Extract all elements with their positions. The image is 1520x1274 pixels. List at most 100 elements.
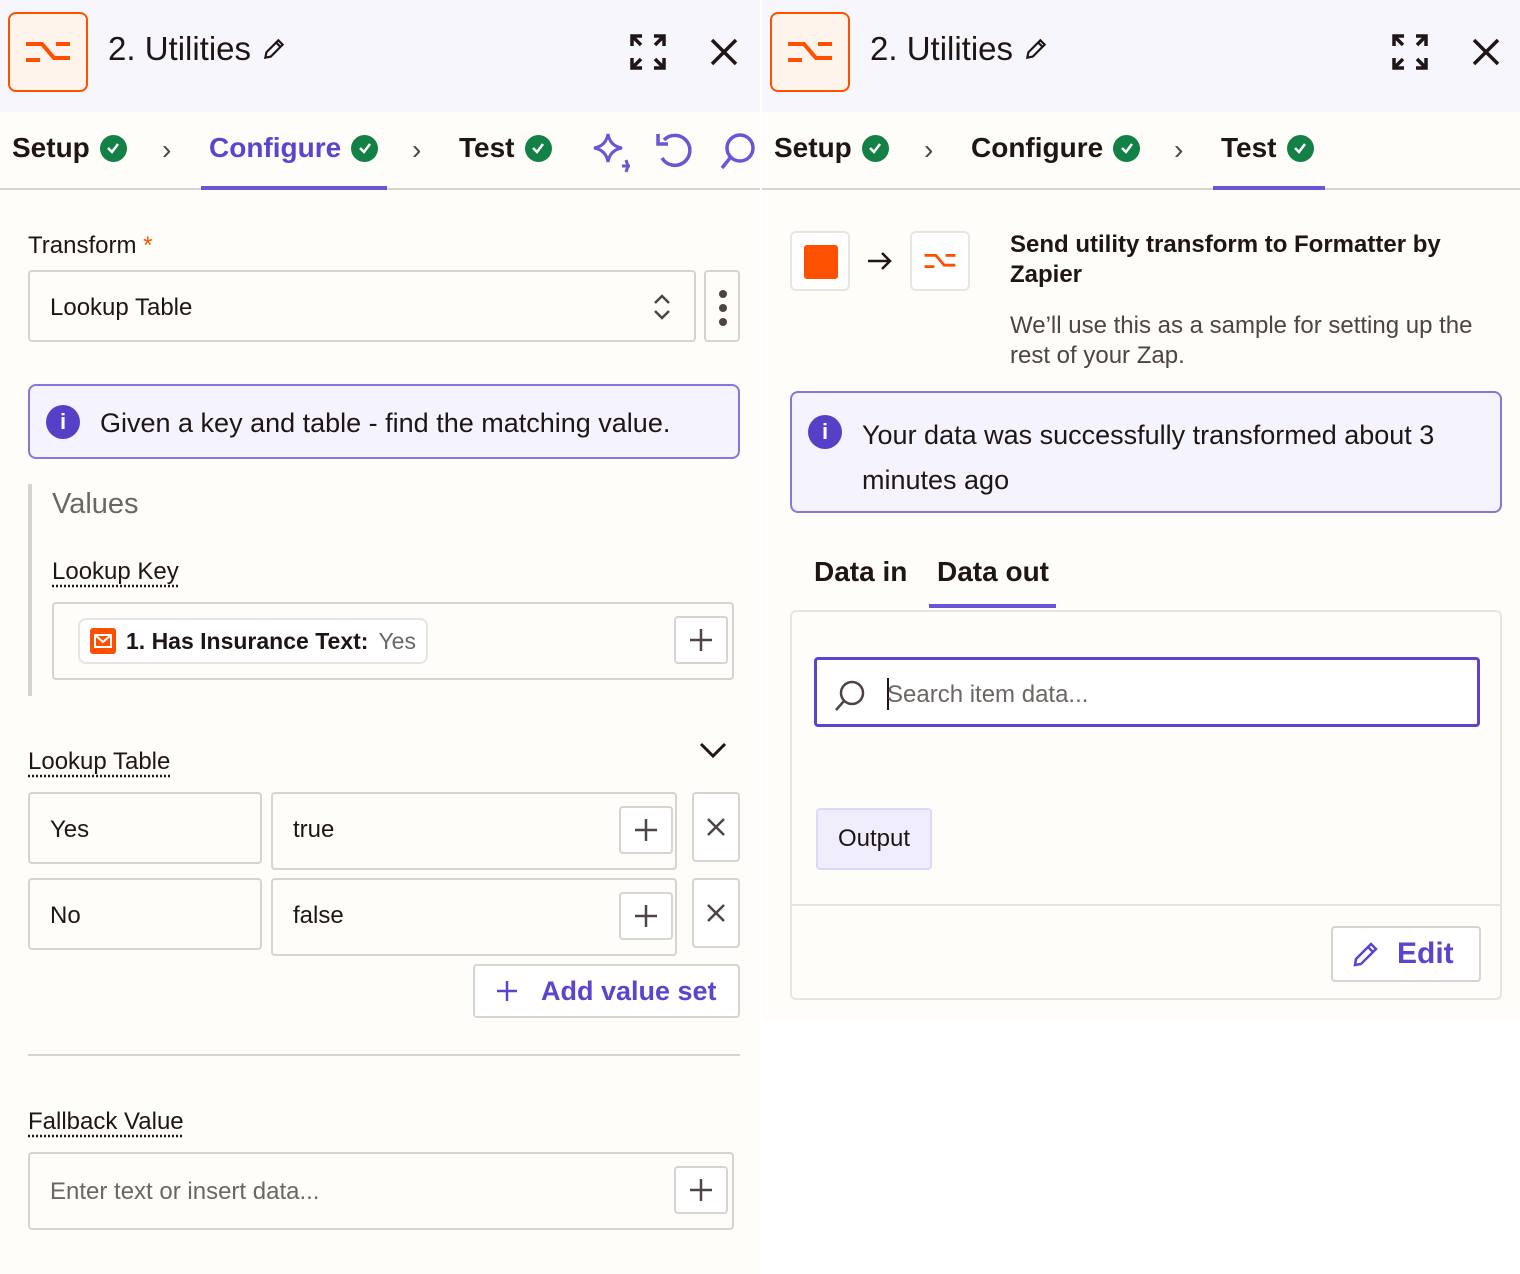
fallback-input[interactable]: Enter text or insert data... [28, 1152, 734, 1230]
plus-icon [497, 981, 517, 1001]
plus-icon [635, 905, 657, 927]
step-title-text: 2. Utilities [108, 30, 252, 67]
left-panel: 2. Utilities Setup › Configure › Test Tr… [0, 0, 760, 1274]
tab-setup[interactable]: Setup [12, 132, 127, 164]
group-rule [28, 484, 32, 696]
check-circle-icon [1113, 134, 1141, 162]
divider [28, 1054, 740, 1056]
tab-label: Test [1221, 132, 1277, 163]
search-input[interactable]: Search item data... [814, 657, 1480, 727]
chevron-right-icon: › [1174, 134, 1184, 165]
right-panel: 2. Utilities Setup › Configure › Test Se… [762, 0, 1520, 1022]
gmail-icon [90, 628, 116, 654]
tab-configure[interactable]: Configure [971, 132, 1141, 164]
info-icon: i [808, 415, 842, 449]
close-icon[interactable] [1464, 30, 1508, 74]
row-value: false [293, 902, 344, 929]
active-tab-indicator [929, 604, 1056, 608]
sparkle-icon[interactable] [590, 130, 634, 179]
expand-icon[interactable] [1388, 30, 1432, 74]
add-value-set-label: Add value set [541, 975, 717, 1006]
undo-icon[interactable] [654, 130, 696, 179]
lookup-value-input[interactable]: false [271, 878, 677, 956]
edit-label: Edit [1397, 937, 1454, 970]
plus-icon [690, 629, 712, 651]
search-placeholder: Search item data... [887, 681, 1089, 708]
tab-label: Setup [774, 132, 852, 163]
tab-label: Test [459, 132, 515, 163]
panel-header: 2. Utilities [0, 0, 760, 112]
insert-data-button[interactable] [674, 1166, 728, 1214]
tab-configure[interactable]: Configure [209, 132, 379, 164]
transform-select-value: Lookup Table [50, 294, 193, 321]
remove-row-button[interactable] [692, 792, 740, 862]
add-value-set-button[interactable]: Add value set [473, 964, 740, 1018]
step-tabs: Setup › Configure › Test [762, 112, 1520, 190]
close-icon[interactable] [702, 30, 746, 74]
lookup-key-input[interactable]: Yes [28, 792, 262, 864]
lookup-value-input[interactable]: true [271, 792, 677, 870]
lookup-key-input[interactable]: No [28, 878, 262, 950]
kebab-icon [719, 290, 727, 326]
chevron-down-icon[interactable] [698, 740, 728, 760]
tab-test[interactable]: Test [459, 132, 552, 164]
step-title[interactable]: 2. Utilities [108, 30, 287, 68]
info-text: Given a key and table - find the matchin… [100, 408, 671, 438]
check-circle-icon [99, 134, 127, 162]
tab-label: Configure [209, 132, 342, 163]
chevron-right-icon: › [924, 134, 934, 165]
lookup-key-label: Lookup Key [52, 558, 179, 585]
search-icon [835, 680, 865, 711]
lookup-table-label: Lookup Table [28, 748, 171, 775]
chevron-right-icon: › [412, 134, 422, 165]
active-tab-indicator [1213, 186, 1325, 190]
divider [792, 904, 1500, 906]
panel-header: 2. Utilities [762, 0, 1520, 112]
trigger-app-icon [790, 231, 850, 291]
insert-data-button[interactable] [619, 806, 673, 854]
success-banner: i Your data was successfully transformed… [790, 391, 1502, 513]
output-button[interactable]: Output [816, 808, 932, 870]
check-circle-icon [861, 134, 889, 162]
fallback-placeholder: Enter text or insert data... [50, 1178, 320, 1205]
row-value: true [293, 816, 335, 843]
remove-row-button[interactable] [692, 878, 740, 948]
edit-button[interactable]: Edit [1331, 926, 1481, 982]
transform-label: Transform * [28, 232, 153, 259]
pencil-icon [1025, 38, 1047, 60]
tab-label: Setup [12, 132, 90, 163]
pencil-icon [1353, 942, 1378, 967]
arrow-right-icon [868, 252, 892, 270]
tab-setup[interactable]: Setup [774, 132, 889, 164]
step-title[interactable]: 2. Utilities [870, 30, 1049, 68]
check-circle-icon [1286, 134, 1314, 162]
tab-data-out[interactable]: Data out [937, 556, 1049, 588]
pill-value: Yes [378, 627, 416, 654]
select-arrows-icon [654, 294, 670, 320]
close-icon [707, 904, 725, 922]
data-pill[interactable]: 1. Has Insurance Text: Yes [78, 618, 428, 664]
formatter-icon [910, 231, 970, 291]
more-options-button[interactable] [704, 270, 740, 342]
info-banner: i Given a key and table - find the match… [28, 384, 740, 459]
check-circle-icon [351, 134, 379, 162]
data-out-panel: Search item data... Output Edit [790, 610, 1502, 1000]
tab-test[interactable]: Test [1221, 132, 1314, 164]
fallback-label: Fallback Value [28, 1108, 184, 1135]
formatter-logo-icon [770, 12, 850, 92]
info-icon: i [46, 405, 80, 439]
transform-select[interactable]: Lookup Table [28, 270, 696, 342]
expand-icon[interactable] [626, 30, 670, 74]
plus-icon [690, 1179, 712, 1201]
insert-data-button[interactable] [674, 616, 728, 664]
pill-label: 1. Has Insurance Text: [126, 627, 369, 654]
active-tab-indicator [201, 186, 387, 190]
tab-data-in[interactable]: Data in [814, 556, 907, 588]
search-icon[interactable] [718, 130, 758, 179]
close-icon [707, 818, 725, 836]
check-circle-icon [524, 134, 552, 162]
chevron-right-icon: › [162, 134, 172, 165]
step-tabs: Setup › Configure › Test [0, 112, 760, 190]
insert-data-button[interactable] [619, 892, 673, 940]
lookup-key-field[interactable]: 1. Has Insurance Text: Yes [52, 602, 734, 680]
